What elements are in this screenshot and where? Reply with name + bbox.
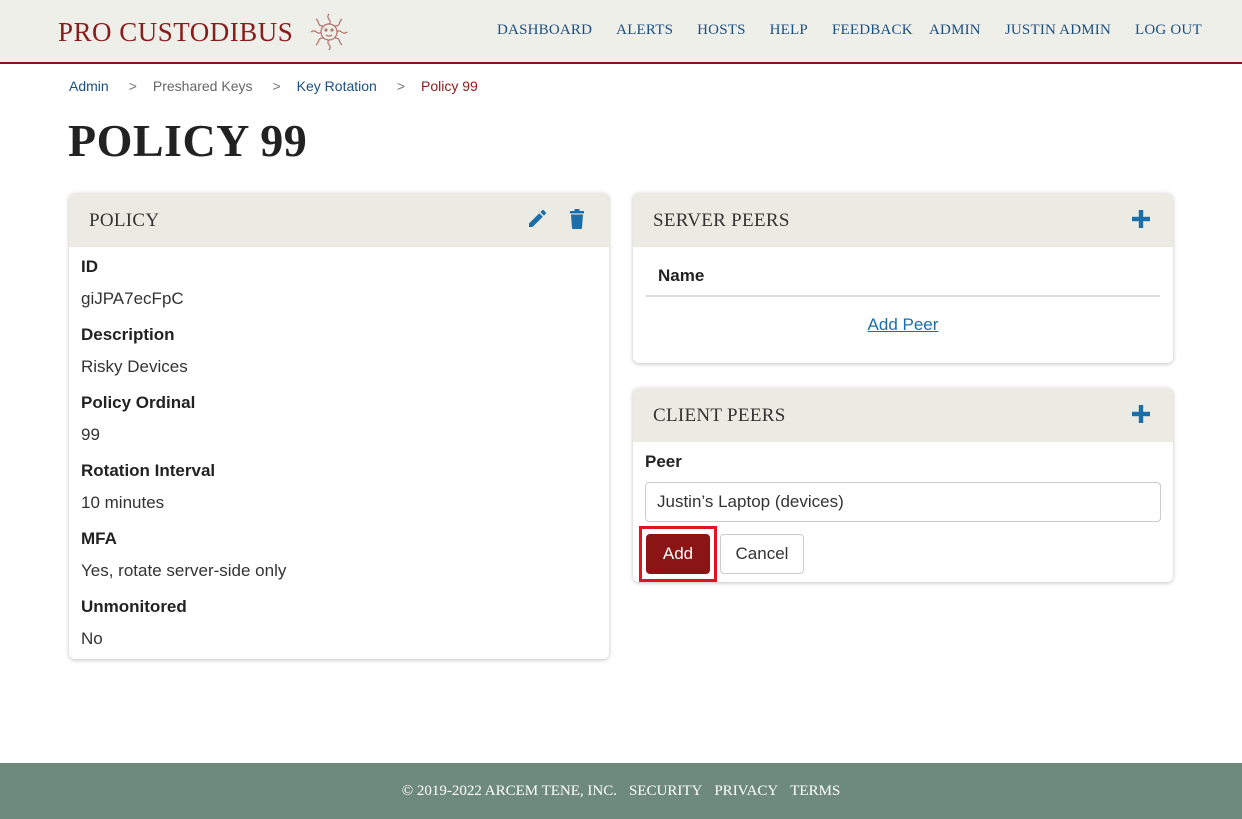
breadcrumb-preshared-keys: Preshared Keys — [152, 78, 253, 94]
user-nav: ADMIN JUSTIN ADMIN LOG OUT — [929, 22, 1202, 39]
field-label-policy-ordinal: Policy Ordinal — [81, 393, 196, 412]
top-navbar: PRO CUSTODIBUS DASHBOARD ALERTS HOSTS HE… — [0, 0, 1242, 64]
nav-alerts[interactable]: ALERTS — [616, 22, 673, 39]
field-label-rotation-interval: Rotation Interval — [81, 461, 216, 480]
page-title: POLICY 99 — [68, 115, 308, 166]
plus-icon[interactable] — [1129, 402, 1153, 426]
breadcrumb-key-rotation[interactable]: Key Rotation — [297, 78, 377, 94]
client-peers-card: CLIENT PEERS Peer Justin’s Laptop (devic… — [633, 388, 1173, 582]
breadcrumb-separator: > — [396, 78, 406, 94]
client-peers-title: CLIENT PEERS — [653, 405, 786, 426]
brand[interactable]: PRO CUSTODIBUS — [58, 12, 353, 52]
server-peers-title: SERVER PEERS — [653, 210, 790, 231]
breadcrumb: Admin > Preshared Keys > Key Rotation > … — [69, 78, 478, 94]
brand-logo-icon — [310, 13, 348, 51]
footer-security-link[interactable]: SECURITY — [629, 783, 702, 800]
trash-icon[interactable] — [565, 207, 589, 231]
footer-copyright: © 2019-2022 ARCEM TENE, INC. — [401, 782, 617, 799]
footer-terms-link[interactable]: TERMS — [790, 783, 840, 800]
footer: © 2019-2022 ARCEM TENE, INC. SECURITY PR… — [0, 763, 1242, 819]
breadcrumb-separator: > — [272, 78, 281, 94]
field-label-description: Description — [81, 325, 175, 344]
peer-field-label: Peer — [645, 452, 682, 471]
policy-card-title: POLICY — [89, 210, 160, 231]
policy-card: POLICY ID giJPA7ecFpC Description Risky … — [69, 193, 609, 659]
field-value-mfa: Yes, rotate server-side only — [81, 561, 287, 580]
field-label-mfa: MFA — [81, 529, 117, 548]
add-button[interactable]: Add — [646, 534, 710, 574]
field-value-unmonitored: No — [81, 629, 103, 648]
field-label-unmonitored: Unmonitored — [81, 597, 187, 616]
field-value-description: Risky Devices — [81, 357, 188, 376]
field-label-id: ID — [81, 257, 98, 276]
field-value-policy-ordinal: 99 — [81, 425, 100, 444]
client-peers-header: CLIENT PEERS — [633, 388, 1173, 442]
nav-hosts[interactable]: HOSTS — [697, 22, 746, 39]
footer-privacy-link[interactable]: PRIVACY — [714, 783, 778, 800]
server-peers-header: SERVER PEERS — [633, 193, 1173, 247]
server-peers-table-header: Name — [646, 257, 1160, 297]
breadcrumb-admin[interactable]: Admin — [69, 78, 109, 94]
field-value-id: giJPA7ecFpC — [81, 289, 184, 308]
nav-dashboard[interactable]: DASHBOARD — [497, 22, 592, 39]
nav-feedback[interactable]: FEEDBACK — [832, 22, 913, 39]
add-peer-link[interactable]: Add Peer — [633, 315, 1173, 335]
column-header-name: Name — [658, 266, 705, 285]
add-button-highlight: Add — [639, 526, 717, 582]
main-nav: DASHBOARD ALERTS HOSTS HELP FEEDBACK — [497, 22, 937, 39]
plus-icon[interactable] — [1129, 207, 1153, 231]
breadcrumb-current: Policy 99 — [421, 78, 478, 94]
server-peers-card: SERVER PEERS Name Add Peer — [633, 193, 1173, 363]
nav-user-account[interactable]: JUSTIN ADMIN — [1005, 22, 1111, 39]
brand-name[interactable]: PRO CUSTODIBUS — [58, 17, 293, 48]
peer-select[interactable]: Justin’s Laptop (devices) — [645, 482, 1161, 522]
breadcrumb-separator: > — [128, 78, 137, 94]
nav-admin[interactable]: ADMIN — [929, 22, 981, 39]
nav-help[interactable]: HELP — [770, 22, 808, 39]
pencil-icon[interactable] — [525, 207, 549, 231]
policy-card-header: POLICY — [69, 193, 609, 247]
nav-logout[interactable]: LOG OUT — [1135, 22, 1202, 39]
field-value-rotation-interval: 10 minutes — [81, 493, 165, 512]
cancel-button[interactable]: Cancel — [720, 534, 804, 574]
